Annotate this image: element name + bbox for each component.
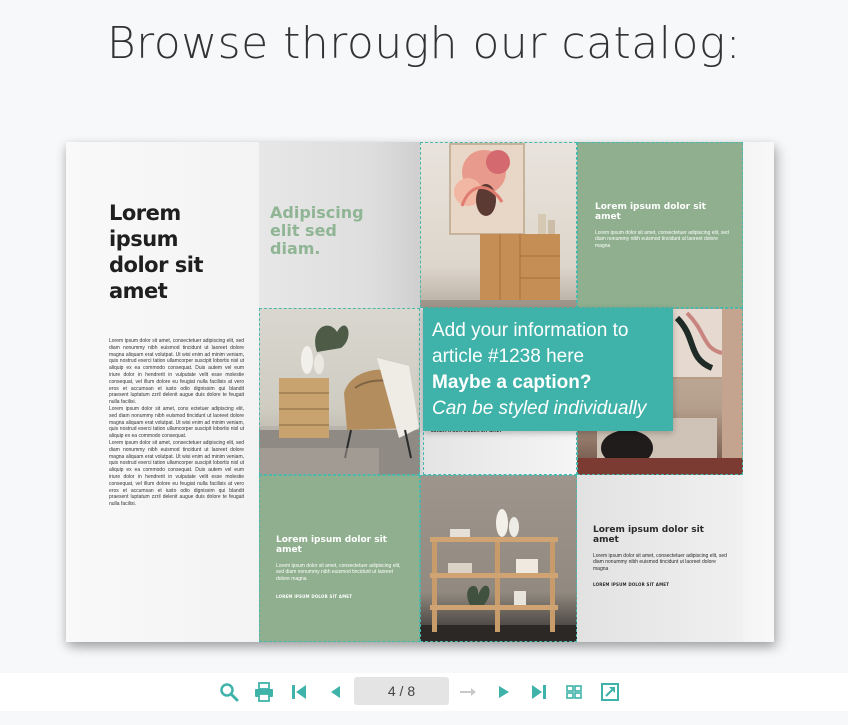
left-page-title: Lorem ipsum dolor sit amet: [109, 201, 204, 303]
shelf-image: [420, 509, 577, 642]
zoom-icon: [220, 683, 239, 702]
grey-panel-title: Lorem ipsum dolor sit amet: [593, 525, 704, 545]
thumbnails-button[interactable]: [561, 679, 587, 705]
print-button[interactable]: [251, 679, 277, 705]
right-green-panel[interactable]: Lorem ipsum dolor sit amet Lorem ipsum d…: [577, 142, 743, 308]
green-heading-text: Adipiscing elit sed diam.: [270, 203, 364, 258]
fullscreen-icon: [601, 683, 619, 701]
print-icon: [255, 682, 273, 702]
green-panel-text: Lorem ipsum dolor sit amet, consectetuer…: [595, 230, 729, 249]
body-paragraph: Lorem ipsum dolor sit amet, cons ectetue…: [109, 405, 244, 440]
left-page[interactable]: Lorem ipsum dolor sit amet Lorem ipsum d…: [66, 142, 420, 642]
article-tooltip: Add your information to article #1238 he…: [423, 308, 673, 431]
page-switch-button[interactable]: [455, 679, 481, 705]
left-green-panel[interactable]: Lorem ipsum dolor sit amet Lorem ipsum d…: [259, 475, 420, 642]
green-panel-text: Lorem ipsum dolor sit amet, consectetuer…: [276, 563, 401, 582]
first-page-button[interactable]: [286, 679, 312, 705]
thumbnails-icon: [566, 685, 582, 699]
tooltip-italic-note: Can be styled individually: [432, 398, 647, 419]
left-green-heading: Adipiscing elit sed diam.: [270, 204, 390, 258]
last-page-icon: [532, 685, 546, 699]
photo-sideboard-hotspot[interactable]: [420, 142, 577, 308]
green-panel-title: Lorem ipsum dolor sit amet: [595, 202, 706, 222]
previous-page-icon: [331, 686, 340, 698]
page-switch-icon: [460, 688, 476, 696]
green-panel-footer: LOREM IPSUM DOLOR SIT AMET: [276, 594, 353, 600]
right-grey-panel[interactable]: Lorem ipsum dolor sit amet Lorem ipsum d…: [577, 475, 743, 642]
tooltip-line-2: article #1238 here: [432, 346, 585, 367]
green-panel-title: Lorem ipsum dolor sit amet: [276, 535, 387, 555]
zoom-button[interactable]: [216, 679, 242, 705]
body-paragraph: Lorem ipsum dolor sit amet, consectetuer…: [109, 338, 244, 406]
next-page-button[interactable]: [491, 679, 517, 705]
grey-panel-text: Lorem ipsum dolor sit amet, consectetuer…: [593, 553, 727, 572]
grey-panel-footer: LOREM IPSUM DOLOR SIT AMET: [593, 582, 670, 588]
photo-shelf-hotspot[interactable]: [420, 475, 577, 642]
sideboard-image: [420, 143, 577, 308]
tooltip-line-1: Add your information to: [432, 320, 629, 341]
right-margin: [743, 142, 774, 642]
left-body-text: Lorem ipsum dolor sit amet, consectetuer…: [109, 338, 244, 508]
chair-room-image: [259, 325, 420, 475]
previous-page-button[interactable]: [322, 679, 348, 705]
fullscreen-button[interactable]: [597, 679, 623, 705]
next-page-icon: [499, 686, 509, 698]
body-paragraph: Lorem ipsum dolor sit amet, consectetuer…: [109, 439, 244, 508]
tooltip-caption: Maybe a caption?: [432, 372, 592, 393]
first-page-icon: [292, 685, 306, 699]
page-indicator[interactable]: 4 / 8: [354, 677, 449, 705]
page-heading: Browse through our catalog:: [106, 18, 742, 69]
photo-chair-hotspot[interactable]: [259, 308, 420, 475]
viewer-toolbar: 4 / 8: [0, 673, 848, 711]
last-page-button[interactable]: [526, 679, 552, 705]
